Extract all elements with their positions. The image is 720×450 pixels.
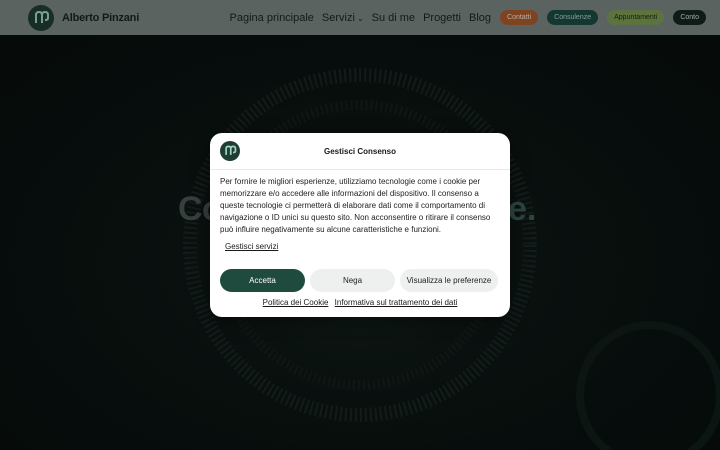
consent-actions: Accetta Nega Visualizza le preferenze xyxy=(220,269,498,292)
accept-button[interactable]: Accetta xyxy=(220,269,305,292)
view-preferences-button[interactable]: Visualizza le preferenze xyxy=(400,269,498,292)
cookie-policy-link[interactable]: Politica dei Cookie xyxy=(263,298,329,307)
consent-header: Gestisci Consenso xyxy=(210,133,510,170)
deny-button[interactable]: Nega xyxy=(310,269,395,292)
consent-title: Gestisci Consenso xyxy=(323,147,397,156)
manage-services-link[interactable]: Gestisci servizi xyxy=(225,242,278,251)
consent-body: Per fornire le migliori esperienze, util… xyxy=(220,177,491,234)
consent-footer-links: Politica dei Cookie Informativa sul trat… xyxy=(210,298,510,307)
consent-dialog: Gestisci Consenso Per fornire le miglior… xyxy=(210,133,510,317)
privacy-policy-link[interactable]: Informativa sul trattamento dei dati xyxy=(335,298,458,307)
